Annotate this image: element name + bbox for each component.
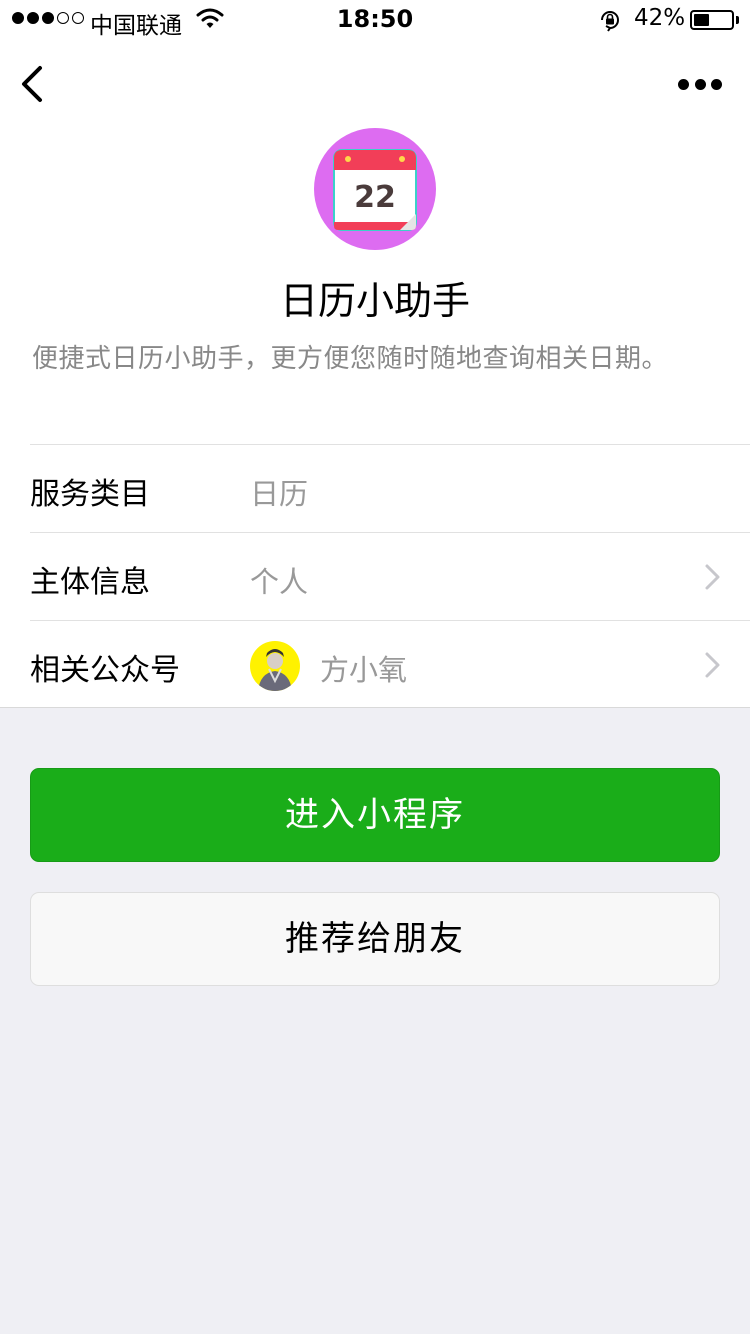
info-row-related-official-account[interactable]: 相关公众号 方小氧 <box>30 620 750 708</box>
app-description: 便捷式日历小助手，更方便您随时随地查询相关日期。 <box>32 344 669 374</box>
chevron-left-icon <box>22 66 42 102</box>
battery-icon <box>690 10 734 30</box>
calendar-day-number: 22 <box>354 180 396 215</box>
battery-tip <box>736 16 739 24</box>
ellipsis-icon <box>694 78 706 90</box>
calendar-icon: 22 <box>333 149 417 231</box>
row-value: 个人 <box>250 565 309 599</box>
row-value: 方小氧 <box>320 653 408 687</box>
info-list: 服务类目 日历 主体信息 个人 相关公众号 方小氧 <box>0 444 750 708</box>
share-to-friend-button[interactable]: 推荐给朋友 <box>30 892 720 986</box>
person-avatar-icon <box>258 649 292 691</box>
battery-percentage: 42% <box>634 5 686 31</box>
chevron-right-icon <box>705 564 720 590</box>
enter-mini-program-button[interactable]: 进入小程序 <box>30 768 720 862</box>
chevron-right-icon <box>705 652 720 678</box>
mini-program-profile-page: 中国联通 18:50 42% 22 日历小助手 便捷式日历小助手，更方便您随时随… <box>0 0 750 1334</box>
info-row-entity-info[interactable]: 主体信息 个人 <box>30 532 750 620</box>
app-name: 日历小助手 <box>279 279 470 323</box>
ellipsis-icon <box>678 78 689 90</box>
row-label: 主体信息 <box>30 565 150 600</box>
row-value: 日历 <box>250 477 309 511</box>
more-options-button[interactable] <box>672 66 728 102</box>
back-button[interactable] <box>14 60 54 108</box>
row-label: 相关公众号 <box>30 653 180 688</box>
row-label: 服务类目 <box>30 477 150 512</box>
status-bar: 中国联通 18:50 42% <box>0 0 750 40</box>
ellipsis-icon <box>711 78 722 90</box>
info-row-service-category: 服务类目 日历 <box>30 444 750 532</box>
official-account-avatar <box>250 641 300 691</box>
profile-header-area: 中国联通 18:50 42% 22 日历小助手 便捷式日历小助手，更方便您随时随… <box>0 0 750 708</box>
app-avatar: 22 <box>314 128 436 250</box>
orientation-lock-icon <box>601 11 619 32</box>
